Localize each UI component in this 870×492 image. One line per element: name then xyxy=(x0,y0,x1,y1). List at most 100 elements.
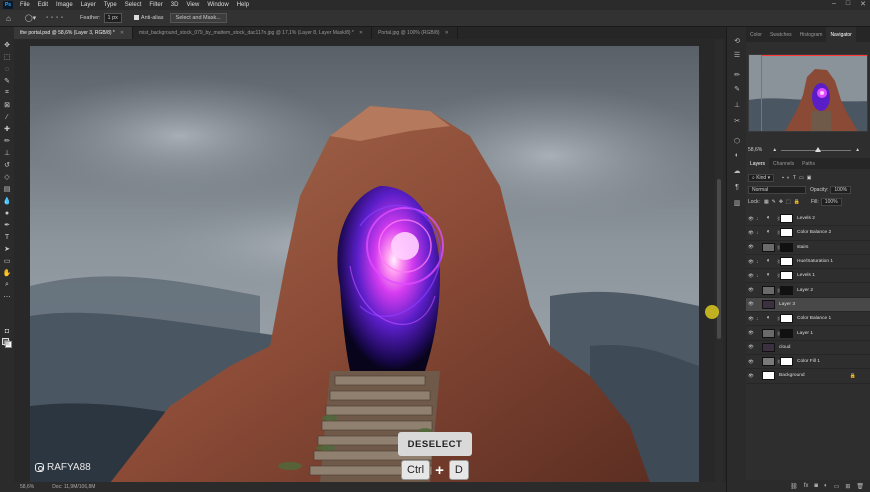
layer-mask-thumbnail[interactable] xyxy=(780,257,793,267)
layer-thumbnail[interactable] xyxy=(762,371,775,381)
menu-type[interactable]: Type xyxy=(100,2,121,8)
maximize-icon[interactable]: □ xyxy=(846,0,850,8)
close-tab-icon[interactable]: ✕ xyxy=(445,30,449,36)
layer-mask-thumbnail[interactable] xyxy=(780,357,793,367)
rectangle-tool-icon[interactable]: ▭ xyxy=(3,257,11,265)
menu-image[interactable]: Image xyxy=(52,2,77,8)
tab-portal-jpg[interactable]: Portal.jpg @ 100% (RGB/8) ✕ xyxy=(372,27,458,39)
layer-name[interactable]: Layer 3 xyxy=(779,302,795,307)
adjustment-icon[interactable]: ◐ xyxy=(762,314,775,324)
menu-filter[interactable]: Filter xyxy=(145,2,166,8)
visibility-eye-icon[interactable]: 👁 xyxy=(746,373,756,379)
menu-3d[interactable]: 3D xyxy=(167,2,183,8)
clone-stamp-icon[interactable]: ⊥ xyxy=(3,149,11,157)
new-layer-icon[interactable]: ⊞ xyxy=(845,483,850,490)
layer-row[interactable]: 👁⛓Layer 2 xyxy=(746,283,870,298)
layer-name[interactable]: Layer 1 xyxy=(797,331,813,336)
healing-brush-icon[interactable]: ✚ xyxy=(3,125,11,133)
lasso-tool-icon[interactable]: ◯▾ xyxy=(25,14,36,22)
visibility-eye-icon[interactable]: 👁 xyxy=(746,316,756,322)
layer-row[interactable]: 👁 Layer 3 xyxy=(746,297,870,313)
layer-name[interactable]: cloud xyxy=(779,345,790,350)
visibility-eye-icon[interactable]: 👁 xyxy=(746,301,756,307)
clone-source-icon[interactable]: ⊥ xyxy=(733,101,741,109)
status-zoom[interactable]: 58,6% xyxy=(20,484,34,490)
layer-name[interactable]: Hue/Saturation 1 xyxy=(797,259,833,264)
photoshop-logo-icon[interactable]: Ps xyxy=(3,1,13,9)
visibility-eye-icon[interactable]: 👁 xyxy=(746,344,756,350)
type-tool-icon[interactable]: T xyxy=(3,233,11,241)
visibility-eye-icon[interactable]: 👁 xyxy=(746,330,756,336)
adjustments-icon[interactable]: ◐ xyxy=(733,151,741,159)
link-layers-icon[interactable]: ⛓ xyxy=(790,483,798,490)
crop-tool-icon[interactable]: ⌗ xyxy=(3,89,11,97)
layer-name[interactable]: Background xyxy=(779,373,805,378)
zoom-tool-icon[interactable]: ⌕ xyxy=(3,281,11,289)
layer-thumbnail[interactable] xyxy=(762,342,775,352)
layer-mask-thumbnail[interactable] xyxy=(780,314,793,324)
lasso-tool-icon[interactable]: ◌ xyxy=(3,65,11,73)
tab-histogram[interactable]: Histogram xyxy=(796,27,827,42)
tab-paths[interactable]: Paths xyxy=(798,158,819,169)
layer-thumbnail[interactable] xyxy=(762,242,775,252)
layer-thumbnail[interactable] xyxy=(762,285,775,295)
visibility-eye-icon[interactable]: 👁 xyxy=(746,359,756,365)
layer-row[interactable]: 👁 Background 🔒 xyxy=(746,369,870,384)
zoom-slider[interactable] xyxy=(781,146,852,152)
visibility-eye-icon[interactable]: 👁 xyxy=(746,230,756,236)
visibility-eye-icon[interactable]: 👁 xyxy=(746,216,756,222)
close-tab-icon[interactable]: ✕ xyxy=(359,30,363,36)
menu-window[interactable]: Window xyxy=(203,2,232,8)
blur-tool-icon[interactable]: 💧 xyxy=(3,197,12,205)
screen-mode-icon[interactable]: ▣ xyxy=(3,339,11,347)
hand-tool-icon[interactable]: ✋ xyxy=(3,269,12,277)
visibility-eye-icon[interactable]: 👁 xyxy=(746,259,756,265)
layer-row[interactable]: 👁↓◐⛓Levels 2 xyxy=(746,212,870,227)
lock-icons[interactable]: ▦✎✥⬚🔒 xyxy=(764,199,803,205)
layer-row[interactable]: 👁↓◐⛓Color Balance 1 xyxy=(746,312,870,327)
layer-mask-thumbnail[interactable] xyxy=(780,214,793,224)
tool-presets-icon[interactable]: ✂ xyxy=(733,117,741,125)
history-brush-icon[interactable]: ↺ xyxy=(3,161,11,169)
navigator-view-box[interactable] xyxy=(761,55,867,131)
menu-edit[interactable]: Edit xyxy=(34,2,52,8)
eraser-tool-icon[interactable]: ◇ xyxy=(3,173,11,181)
layer-row[interactable]: 👁⛓Color Fill 1 xyxy=(746,355,870,370)
path-select-icon[interactable]: ➤ xyxy=(3,245,11,253)
new-group-icon[interactable]: ▭ xyxy=(834,483,840,490)
selection-mode-icons[interactable]: ▫▫▫▫ xyxy=(46,15,66,21)
history-icon[interactable]: ⟲ xyxy=(733,37,741,45)
filter-kind-select[interactable]: ⌕ Kind ▾ xyxy=(748,173,775,182)
adjustment-icon[interactable]: ◐ xyxy=(762,214,775,224)
visibility-eye-icon[interactable]: 👁 xyxy=(746,287,756,293)
gradient-tool-icon[interactable]: ▤ xyxy=(3,185,11,193)
close-tab-icon[interactable]: ✕ xyxy=(120,30,124,36)
add-mask-icon[interactable]: ◙ xyxy=(814,483,818,489)
brushes-icon[interactable]: ✎ xyxy=(733,85,741,93)
3d-icon[interactable]: ⬡ xyxy=(733,137,741,145)
layer-thumbnail[interactable] xyxy=(762,357,775,367)
tab-navigator[interactable]: Navigator xyxy=(826,27,856,42)
fx-icon[interactable]: fx xyxy=(804,483,809,489)
layer-name[interactable]: Levels 2 xyxy=(797,216,815,221)
layer-row[interactable]: 👁↓◐⛓Color Balance 2 xyxy=(746,226,870,241)
layer-mask-thumbnail[interactable] xyxy=(780,285,793,295)
layer-name[interactable]: Layer 2 xyxy=(797,288,813,293)
navigator-preview[interactable] xyxy=(748,54,868,132)
vertical-scrollbar[interactable] xyxy=(715,39,723,482)
quick-mask-icon[interactable]: ◘ xyxy=(3,327,11,335)
layer-mask-thumbnail[interactable] xyxy=(780,271,793,281)
marquee-tool-icon[interactable]: ⬚ xyxy=(3,53,11,61)
adjustment-icon[interactable]: ◐ xyxy=(762,257,775,267)
select-and-mask-button[interactable]: Select and Mask... xyxy=(169,13,227,23)
frame-tool-icon[interactable]: ⊠ xyxy=(3,101,11,109)
layer-name[interactable]: Color Fill 1 xyxy=(797,359,820,364)
eyedropper-tool-icon[interactable]: ⁄ xyxy=(3,113,11,121)
minimize-icon[interactable]: – xyxy=(832,0,836,8)
adjustment-icon[interactable]: ◐ xyxy=(762,271,775,281)
pen-tool-icon[interactable]: ✒ xyxy=(3,221,11,229)
layer-row[interactable]: 👁⛓Layer 1 xyxy=(746,326,870,341)
feather-input[interactable]: 1 px xyxy=(103,13,122,23)
menu-view[interactable]: View xyxy=(182,2,203,8)
layer-name[interactable]: Color Balance 1 xyxy=(797,316,831,321)
